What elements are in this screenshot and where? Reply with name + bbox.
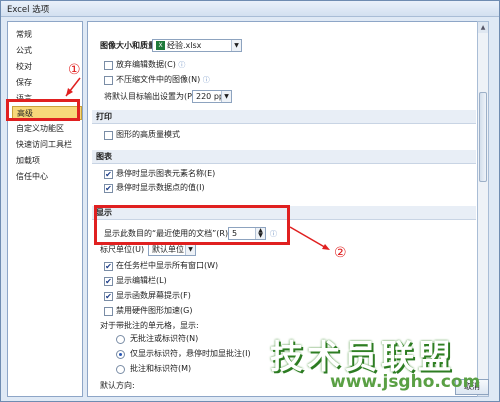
image-size-label: 图像大小和质量 bbox=[100, 41, 156, 50]
annotation-marker-1: ① bbox=[68, 62, 81, 78]
ruler-units-label: 标尺单位(U) bbox=[100, 245, 145, 254]
comments-and-indicators-radio[interactable] bbox=[116, 365, 125, 374]
chevron-down-icon[interactable]: ▼ bbox=[221, 91, 231, 102]
print-section-header: 打印 bbox=[92, 110, 476, 124]
target-output-label: 将默认目标输出设置为(P): bbox=[104, 92, 198, 101]
comments-and-indicators-label: 批注和标识符(M) bbox=[130, 364, 192, 373]
high-quality-label: 图形的高质量模式 bbox=[116, 130, 180, 139]
func-tips-label: 显示函数屏幕提示(F) bbox=[116, 291, 191, 300]
watermark-url: www.jsgho.com bbox=[330, 372, 481, 392]
no-compress-checkbox[interactable] bbox=[104, 76, 113, 85]
sidebar-item-trust-center[interactable]: 信任中心 bbox=[12, 170, 82, 184]
title-bar: Excel 选项 bbox=[1, 1, 499, 17]
ruler-units-value: 默认单位 bbox=[152, 245, 184, 254]
formula-bar-label: 显示编辑栏(L) bbox=[116, 276, 167, 285]
all-windows-label: 在任务栏中显示所有窗口(W) bbox=[116, 261, 219, 270]
window-title: Excel 选项 bbox=[7, 5, 50, 15]
indicators-only-radio[interactable] bbox=[116, 350, 125, 359]
chart-section-header: 图表 bbox=[92, 150, 476, 164]
sidebar-item-formulas[interactable]: 公式 bbox=[12, 44, 82, 58]
all-windows-checkbox[interactable]: ✔ bbox=[104, 262, 113, 271]
watermark-text: 技术员联盟 bbox=[270, 337, 455, 376]
scroll-up-icon[interactable]: ▲ bbox=[478, 22, 488, 33]
disable-hw-checkbox[interactable] bbox=[104, 307, 113, 316]
show-names-checkbox[interactable]: ✔ bbox=[104, 170, 113, 179]
info-icon: ⓘ bbox=[202, 76, 210, 84]
no-compress-label: 不压缩文件中的图像(N) ⓘ bbox=[116, 75, 210, 84]
chevron-down-icon[interactable]: ▼ bbox=[231, 40, 241, 51]
show-names-label: 悬停时显示图表元素名称(E) bbox=[116, 169, 216, 178]
content-scrollbar[interactable]: ▲ ▼ bbox=[477, 21, 489, 397]
default-direction-label: 默认方向: bbox=[100, 381, 135, 390]
highlight-box-advanced bbox=[6, 99, 80, 121]
scroll-thumb[interactable] bbox=[479, 92, 487, 182]
formula-bar-checkbox[interactable]: ✔ bbox=[104, 277, 113, 286]
high-quality-checkbox[interactable] bbox=[104, 131, 113, 140]
show-values-label: 悬停时显示数据点的值(I) bbox=[116, 183, 205, 192]
workbook-name: 经验.xlsx bbox=[167, 41, 202, 50]
sidebar-item-addins[interactable]: 加载项 bbox=[12, 154, 82, 168]
excel-file-icon: X bbox=[156, 41, 165, 50]
discard-edit-checkbox[interactable] bbox=[104, 61, 113, 70]
no-comments-label: 无批注或标识符(N) bbox=[130, 334, 199, 343]
comments-label: 对于带批注的单元格，显示: bbox=[100, 321, 199, 330]
info-icon: ⓘ bbox=[178, 61, 186, 69]
indicators-only-label: 仅显示标识符，悬停时加显批注(I) bbox=[130, 349, 251, 358]
chevron-down-icon[interactable]: ▼ bbox=[185, 244, 195, 255]
target-output-select[interactable]: 220 ppi ▼ bbox=[192, 90, 232, 103]
partial-row: ━━━━━━━━━━━━━━━━━ bbox=[106, 21, 188, 26]
discard-edit-label: 放弃编辑数据(C) ⓘ bbox=[116, 60, 186, 69]
sidebar-item-quick-access[interactable]: 快速访问工具栏 bbox=[12, 138, 82, 152]
highlight-box-recent-docs bbox=[94, 205, 290, 245]
annotation-marker-2: ② bbox=[334, 245, 347, 261]
sidebar-item-customize-ribbon[interactable]: 自定义功能区 bbox=[12, 122, 82, 136]
no-comments-radio[interactable] bbox=[116, 335, 125, 344]
disable-hw-label: 禁用硬件图形加速(G) bbox=[116, 306, 193, 315]
func-tips-checkbox[interactable]: ✔ bbox=[104, 292, 113, 301]
sidebar-item-general[interactable]: 常规 bbox=[12, 28, 82, 42]
show-values-checkbox[interactable]: ✔ bbox=[104, 184, 113, 193]
workbook-select[interactable]: X 经验.xlsx ▼ bbox=[152, 39, 242, 52]
